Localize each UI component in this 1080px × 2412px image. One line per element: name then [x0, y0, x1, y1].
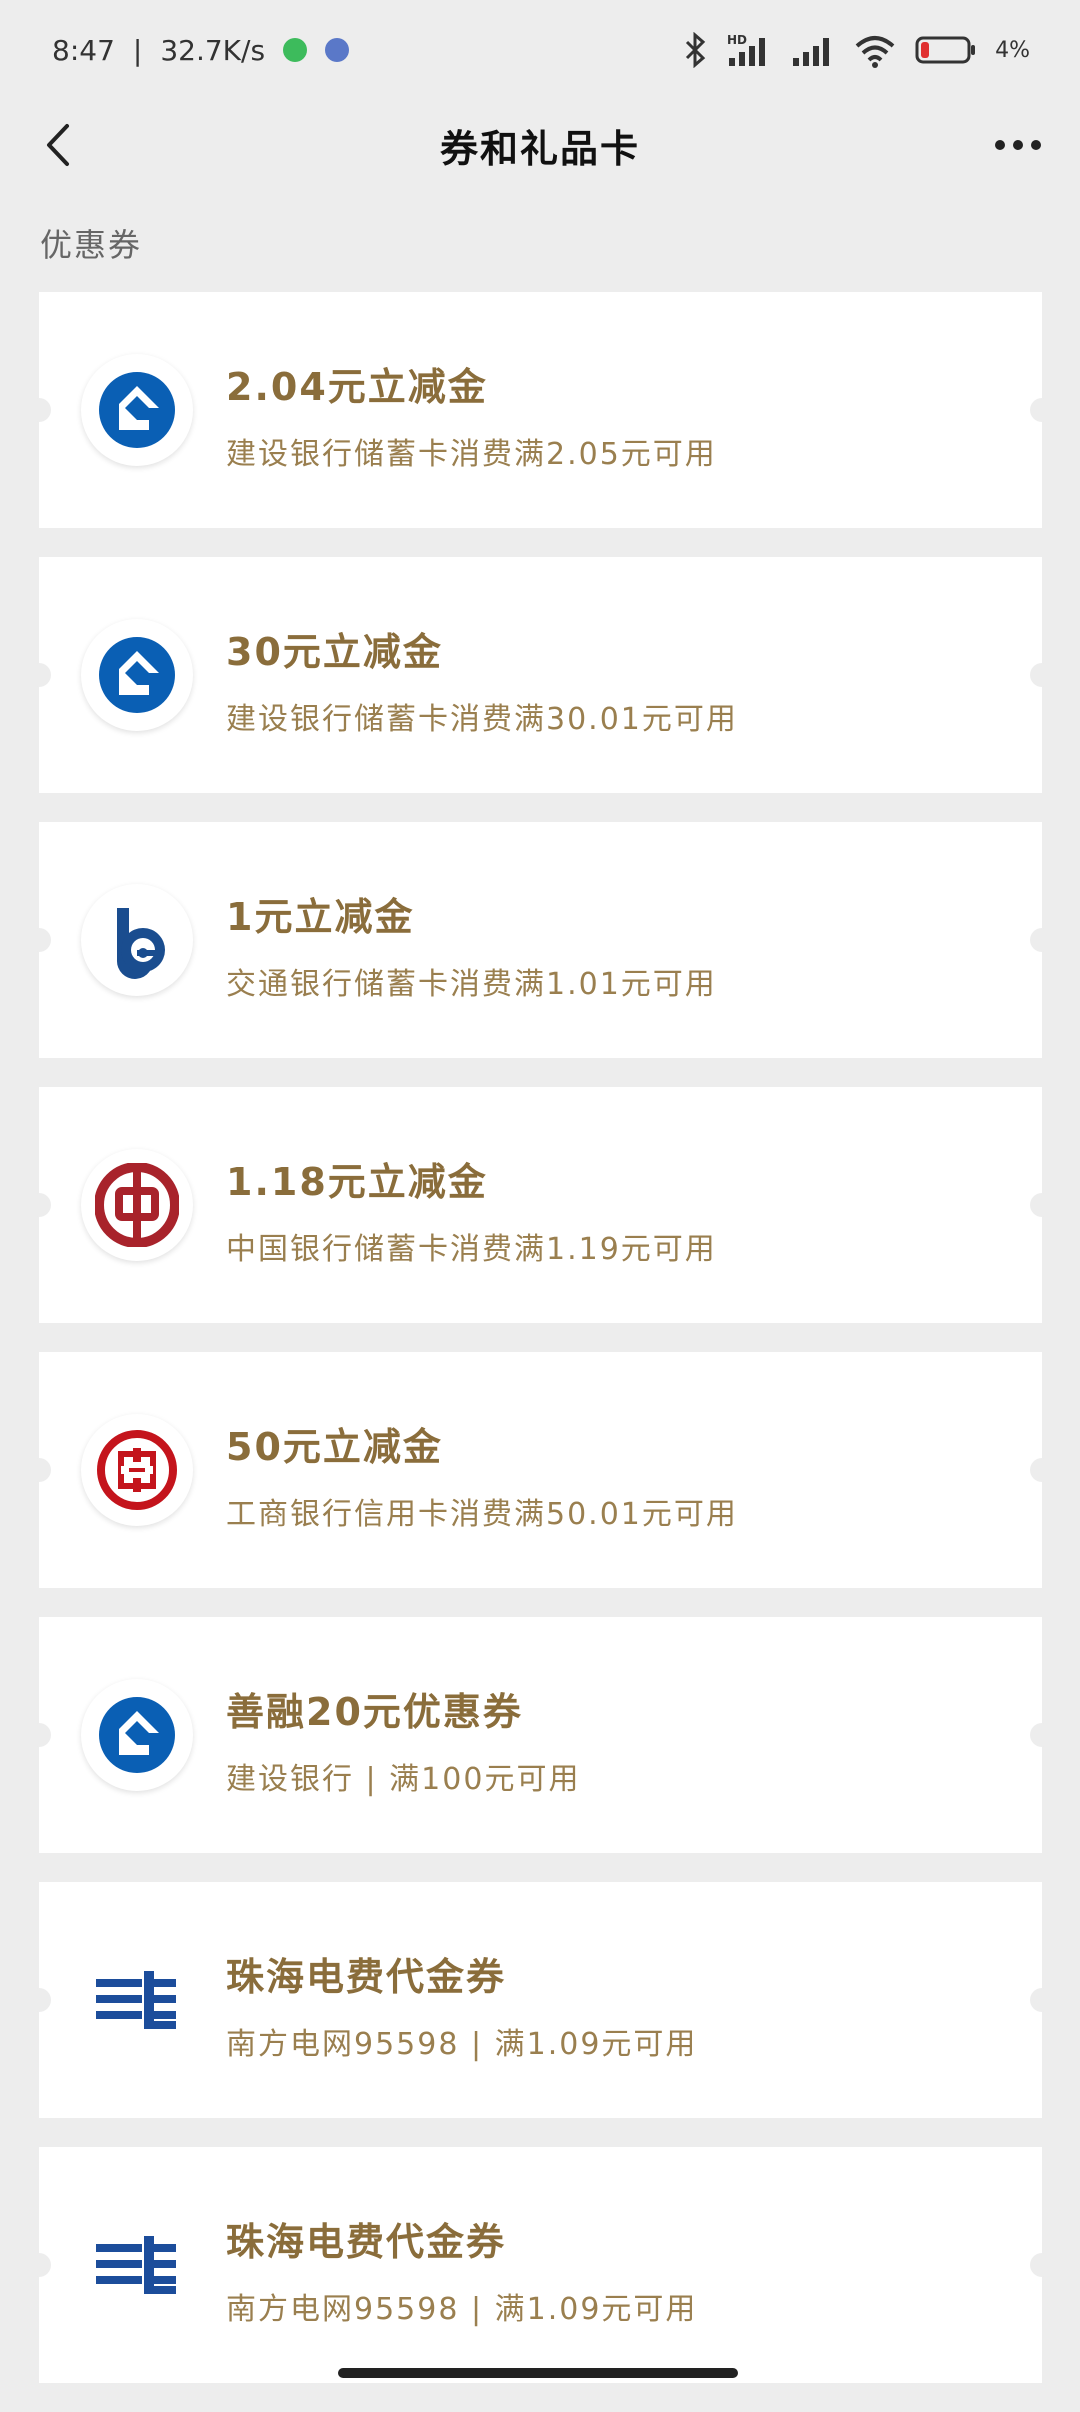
- wechat-notification-icon: [283, 38, 308, 62]
- coupon-title: 珠海电费代金券: [226, 1955, 507, 1999]
- more-dots-icon: [995, 140, 1041, 150]
- title-bar: 券和礼品卡: [0, 100, 1080, 190]
- coupon-subtitle: 交通银行储蓄卡消费满1.01元可用: [226, 967, 717, 1002]
- coupon-card[interactable]: 珠海电费代金券 南方电网95598 | 满1.09元可用: [27, 1882, 1054, 2118]
- home-indicator[interactable]: [338, 2368, 738, 2378]
- coupon-title: 1.18元立减金: [226, 1160, 488, 1204]
- status-network-speed: 32.7K/s: [160, 33, 266, 67]
- more-options-button[interactable]: [986, 118, 1050, 172]
- coupon-subtitle: 工商银行信用卡消费满50.01元可用: [226, 1497, 738, 1532]
- section-label-coupons: 优惠券: [40, 226, 143, 264]
- coupon-card[interactable]: 1元立减金 交通银行储蓄卡消费满1.01元可用: [27, 822, 1054, 1058]
- svg-text:HD: HD: [727, 33, 747, 47]
- app-notification-icon: [325, 38, 350, 62]
- coupon-title: 1元立减金: [226, 895, 415, 939]
- coupon-title: 2.04元立减金: [226, 365, 488, 409]
- coupon-card[interactable]: 2.04元立减金 建设银行储蓄卡消费满2.05元可用: [27, 292, 1054, 528]
- wifi-icon: [855, 36, 895, 68]
- coupon-subtitle: 南方电网95598 | 满1.09元可用: [226, 2027, 698, 2062]
- battery-icon: [915, 36, 976, 64]
- bluetooth-icon: [686, 32, 706, 68]
- coupon-title: 50元立减金: [226, 1425, 443, 1469]
- coupon-subtitle: 建设银行储蓄卡消费满2.05元可用: [226, 437, 717, 472]
- ccb-logo: [81, 354, 193, 466]
- status-time: 8:47: [52, 33, 115, 67]
- bocom-logo: [81, 884, 193, 996]
- coupon-subtitle: 中国银行储蓄卡消费满1.19元可用: [226, 1232, 717, 1267]
- status-right: HD 4%: [683, 32, 1030, 68]
- coupon-title: 善融20元优惠券: [226, 1690, 523, 1734]
- coupon-card[interactable]: 善融20元优惠券 建设银行 | 满100元可用: [27, 1617, 1054, 1853]
- coupon-title: 30元立减金: [226, 630, 443, 674]
- back-button[interactable]: [30, 118, 84, 172]
- ccb-logo: [81, 1679, 193, 1791]
- ccb-logo: [81, 619, 193, 731]
- battery-percent: 4%: [995, 37, 1030, 63]
- boc-logo: [81, 1149, 193, 1261]
- signal-icon: [793, 38, 830, 66]
- coupon-subtitle: 南方电网95598 | 满1.09元可用: [226, 2292, 698, 2327]
- coupon-card[interactable]: 30元立减金 建设银行储蓄卡消费满30.01元可用: [27, 557, 1054, 793]
- coupon-subtitle: 建设银行 | 满100元可用: [226, 1762, 581, 1797]
- status-bar: 8:47 | 32.7K/s HD 4%: [0, 0, 1080, 100]
- status-divider: |: [132, 33, 143, 67]
- icbc-logo: [81, 1414, 193, 1526]
- csg-logo: [81, 2209, 193, 2321]
- coupon-card[interactable]: 珠海电费代金券 南方电网95598 | 满1.09元可用: [27, 2147, 1054, 2383]
- coupon-card[interactable]: 50元立减金 工商银行信用卡消费满50.01元可用: [27, 1352, 1054, 1588]
- hd-signal-icon: HD: [727, 33, 766, 66]
- status-left: 8:47 | 32.7K/s: [52, 33, 350, 67]
- coupon-card[interactable]: 1.18元立减金 中国银行储蓄卡消费满1.19元可用: [27, 1087, 1054, 1323]
- chevron-left-icon: [47, 124, 69, 166]
- page-title: 券和礼品卡: [439, 126, 640, 171]
- csg-logo: [81, 1944, 193, 2056]
- coupon-list: 2.04元立减金 建设银行储蓄卡消费满2.05元可用 30元立减金 建设银行储蓄…: [27, 292, 1054, 2412]
- coupon-subtitle: 建设银行储蓄卡消费满30.01元可用: [226, 702, 738, 737]
- coupon-title: 珠海电费代金券: [226, 2220, 507, 2264]
